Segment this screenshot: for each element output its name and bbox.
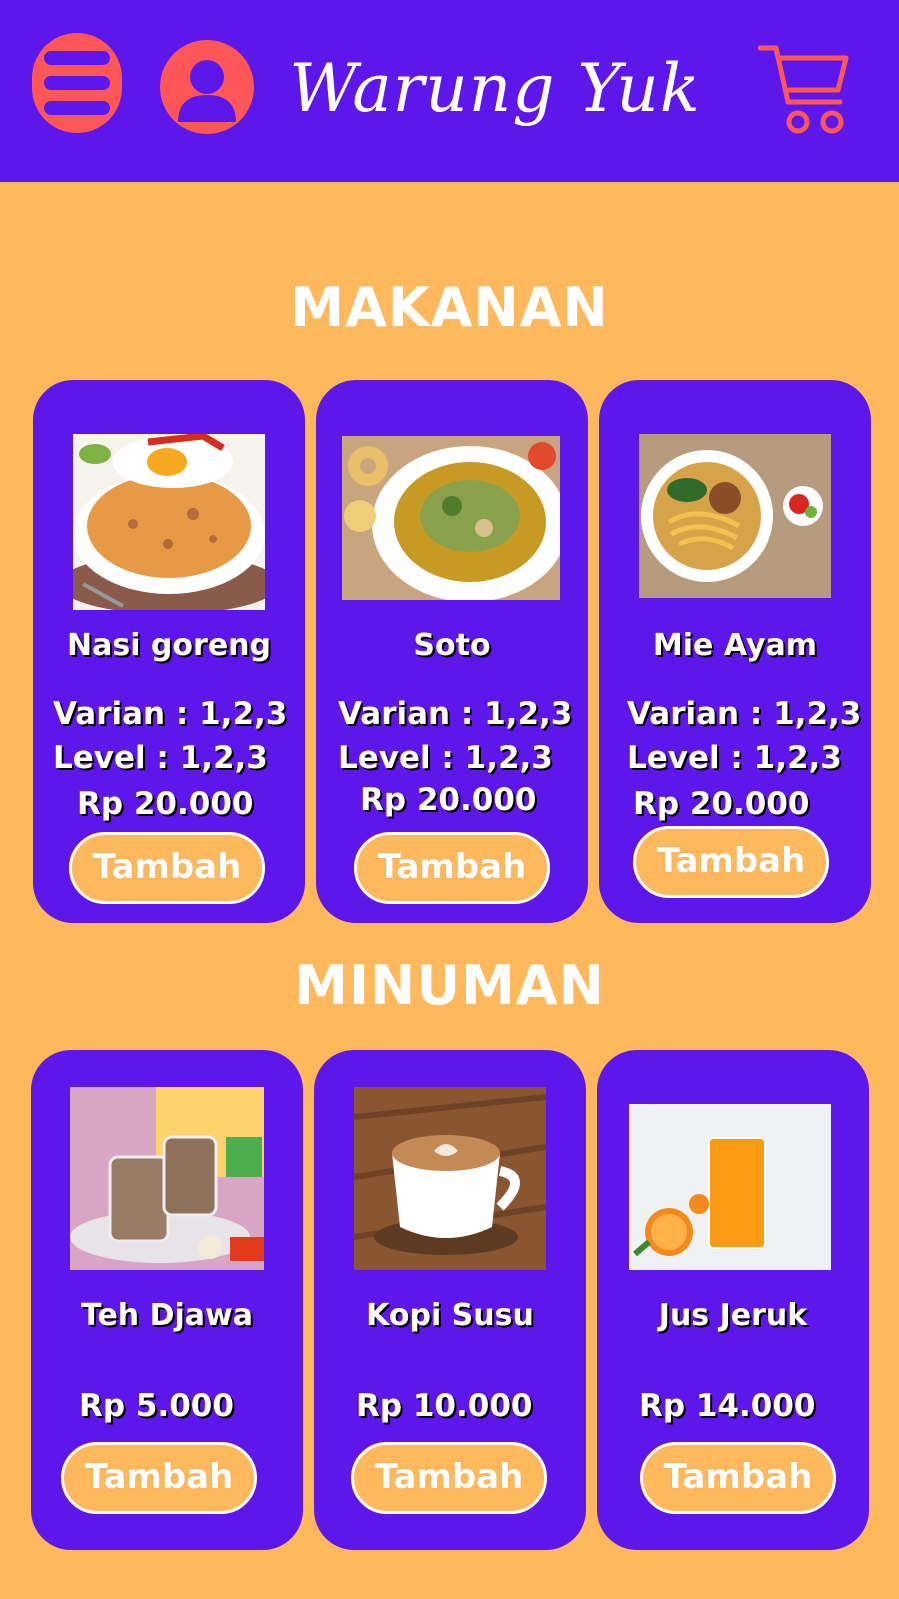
teh-djawa-photo — [70, 1087, 264, 1270]
item-name: Jus Jeruk — [658, 1298, 808, 1333]
add-button-mie-ayam[interactable]: Tambah — [633, 826, 829, 898]
jus-jeruk-photo — [629, 1104, 831, 1270]
app-header: Warung Yuk — [0, 0, 899, 182]
item-price: Rp 20.000 — [633, 786, 810, 822]
item-varian: Varian : 1,2,3 — [338, 696, 573, 732]
item-level: Level : 1,2,3 — [627, 740, 842, 776]
soto-photo — [342, 436, 560, 600]
menu-card-soto: Soto Varian : 1,2,3 Level : 1,2,3 Rp 20.… — [316, 380, 588, 923]
menu-card-jus-jeruk: Jus Jeruk Rp 14.000 Tambah — [597, 1050, 869, 1550]
item-level: Level : 1,2,3 — [53, 740, 268, 776]
profile-button[interactable] — [160, 40, 254, 134]
kopi-susu-photo — [354, 1087, 546, 1270]
item-name: Nasi goreng — [67, 628, 271, 663]
item-price: Rp 20.000 — [77, 786, 254, 822]
cart-button[interactable] — [757, 40, 854, 136]
menu-button[interactable] — [32, 33, 122, 133]
nasi-goreng-photo — [73, 434, 265, 610]
add-button-teh-djawa[interactable]: Tambah — [61, 1442, 257, 1514]
item-varian: Varian : 1,2,3 — [53, 696, 288, 732]
add-button-kopi-susu[interactable]: Tambah — [351, 1442, 547, 1514]
item-price: Rp 14.000 — [639, 1388, 816, 1424]
item-name: Mie Ayam — [652, 628, 818, 663]
add-button-jus-jeruk[interactable]: Tambah — [640, 1442, 836, 1514]
user-icon — [178, 60, 236, 122]
menu-card-mie-ayam: Mie Ayam Varian : 1,2,3 Level : 1,2,3 Rp… — [599, 380, 871, 923]
section-title-makanan: MAKANAN — [290, 276, 609, 339]
item-name: Soto — [413, 628, 491, 663]
menu-card-nasi-goreng: Nasi goreng Varian : 1,2,3 Level : 1,2,3… — [33, 380, 305, 923]
item-name: Teh Djawa — [80, 1298, 254, 1333]
menu-card-kopi-susu: Kopi Susu Rp 10.000 Tambah — [314, 1050, 586, 1550]
item-name: Kopi Susu — [366, 1298, 534, 1333]
mie-ayam-photo — [639, 434, 831, 598]
item-varian: Varian : 1,2,3 — [627, 696, 862, 732]
section-title-minuman: MINUMAN — [294, 954, 605, 1017]
item-price: Rp 5.000 — [79, 1388, 234, 1424]
item-price: Rp 10.000 — [356, 1388, 533, 1424]
cart-icon — [757, 45, 849, 134]
item-level: Level : 1,2,3 — [338, 740, 553, 776]
brand-logo: Warung Yuk — [289, 49, 701, 127]
add-button-soto[interactable]: Tambah — [354, 832, 550, 904]
menu-card-teh-djawa: Teh Djawa Rp 5.000 Tambah — [31, 1050, 303, 1550]
item-price: Rp 20.000 — [360, 782, 537, 818]
add-button-nasi-goreng[interactable]: Tambah — [69, 832, 265, 904]
